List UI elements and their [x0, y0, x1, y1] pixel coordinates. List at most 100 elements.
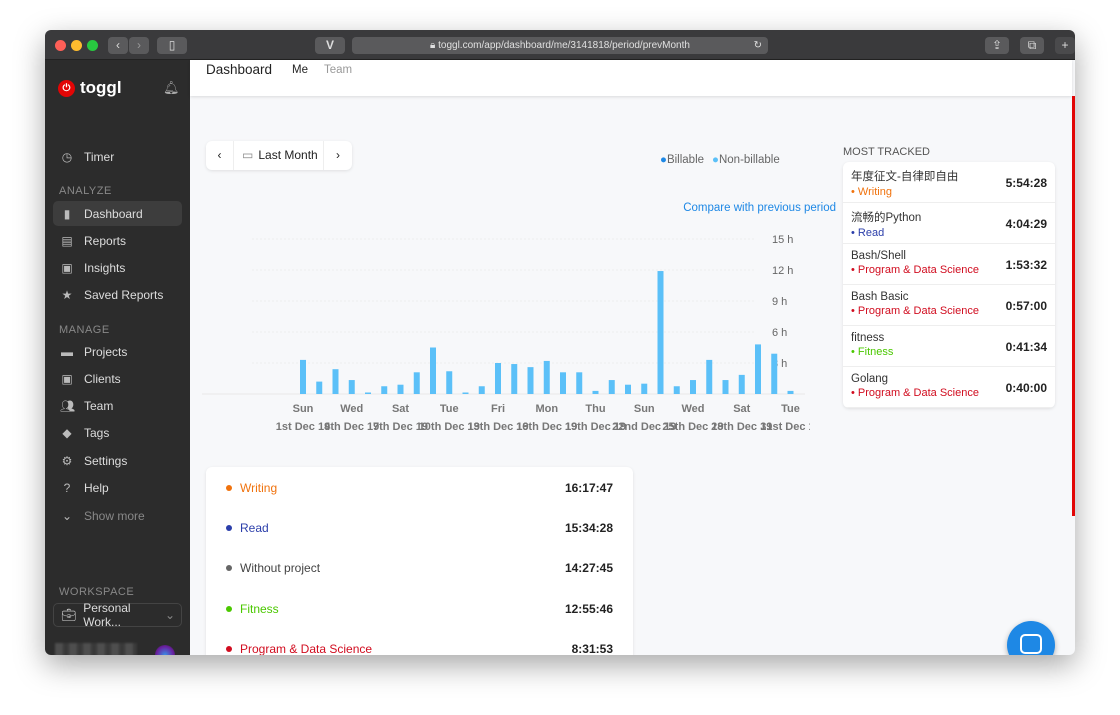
avatar[interactable] — [155, 645, 175, 655]
project-color-dot-icon — [226, 645, 232, 652]
project-row[interactable]: Fitness 12:55:46 — [226, 599, 613, 619]
show-more-button[interactable]: ⌄ Show more — [53, 503, 182, 528]
bar-day-26 — [706, 359, 713, 394]
most-tracked-item[interactable]: Golang • Program & Data Science 0:40:00 — [843, 367, 1055, 408]
scrollbar[interactable] — [1072, 96, 1075, 516]
chat-button[interactable] — [1007, 621, 1055, 655]
bar-day-4 — [348, 380, 355, 394]
sidebar-item-tags[interactable]: ◆ Tags — [53, 421, 182, 446]
briefcase-icon: 💼︎ — [61, 608, 77, 622]
forward-icon[interactable]: › — [129, 37, 149, 54]
most-tracked-item[interactable]: Bash/Shell • Program & Data Science 1:53:3… — [843, 244, 1055, 285]
project-color-dot-icon — [226, 525, 232, 532]
sidebar-item-projects[interactable]: ▬ Projects — [53, 339, 182, 364]
x-tick-day: Tue — [440, 403, 459, 415]
reload-icon[interactable]: ↻ — [754, 37, 762, 54]
bar-day-22 — [641, 383, 648, 394]
y-tick-label: 9 h — [772, 296, 787, 308]
sidebar-item-team[interactable]: 👥︎ Team — [53, 394, 182, 419]
clock-icon: ◷ — [61, 149, 73, 164]
new-tab-icon[interactable]: + — [1055, 37, 1075, 54]
minimize-window-button[interactable] — [71, 40, 82, 51]
project-row[interactable]: Without project 14:27:45 — [226, 558, 613, 578]
nav-label: Reports — [84, 233, 127, 248]
sidebar-item-settings[interactable]: ⚙ Settings — [53, 448, 182, 473]
workspace-select[interactable]: 💼︎ Personal Work... ⌄ — [53, 601, 182, 629]
team-icon: 👥︎ — [60, 399, 76, 414]
project-row[interactable]: Program & Data Science 8:31:53 — [226, 639, 613, 655]
project-time: 14:27:45 — [564, 561, 613, 576]
entry-time: 0:41:34 — [1005, 340, 1047, 354]
bar-day-15 — [527, 367, 534, 394]
nav-label: Clients — [84, 371, 121, 386]
extension-icon[interactable]: V — [315, 37, 345, 54]
sidebar-item-insights[interactable]: ▣ Insights — [53, 256, 182, 281]
bell-icon[interactable]: 🔔︎ — [163, 80, 180, 96]
sidebar-item-dashboard[interactable]: ▮ Dashboard — [53, 201, 182, 226]
x-tick-day: Sat — [392, 403, 409, 415]
most-tracked-item[interactable]: 流畅的Python • Read 4:04:29 — [843, 203, 1055, 244]
bar-day-24 — [673, 386, 680, 394]
project-row[interactable]: Writing 16:17:47 — [226, 478, 613, 498]
sidebar-item-saved-reports[interactable]: ★ Saved Reports — [53, 283, 182, 308]
bar-day-29 — [755, 344, 761, 394]
sidebar-toggle-icon[interactable]: ▯ — [157, 37, 187, 54]
bar-day-18 — [576, 372, 583, 394]
sidebar-item-help[interactable]: ? Help — [53, 476, 182, 501]
project-time: 12:55:46 — [564, 601, 613, 616]
most-tracked-item[interactable]: 年度征文-自律即自由 • Writing 5:54:28 — [843, 162, 1055, 203]
y-tick-label: 6 h — [772, 327, 787, 339]
project-dot-icon: • — [851, 346, 858, 358]
project-dot-icon: • — [851, 264, 858, 276]
most-tracked-item[interactable]: Bash Basic • Program & Data Science 0:57:0… — [843, 285, 1055, 326]
chevron-down-icon: ⌄ — [164, 608, 175, 622]
close-window-button[interactable] — [55, 40, 66, 51]
browser-toolbar: ‹ › ▯ V 🔒︎ toggl.com/app/dashboard/me/31… — [45, 30, 1075, 60]
x-tick-day: Sun — [634, 403, 655, 415]
bar-day-21 — [625, 384, 631, 394]
x-tick-day: Thu — [585, 403, 605, 415]
projects-card: Writing 16:17:47 Read 15:34:28 Without proje… — [206, 467, 633, 655]
address-bar[interactable]: 🔒︎ toggl.com/app/dashboard/me/3141818/pe… — [352, 37, 768, 54]
bar-day-30 — [771, 353, 778, 394]
x-tick-day: Wed — [340, 403, 363, 415]
nav-label: Insights — [84, 261, 126, 276]
most-tracked-heading: MOST TRACKED — [843, 146, 930, 158]
chat-icon — [1020, 634, 1042, 654]
toggl-logo[interactable]: ⏻ toggl — [58, 78, 122, 98]
sidebar-item-timer[interactable]: ◷ Timer — [53, 144, 182, 169]
bar-day-19 — [592, 390, 599, 394]
bar-day-27 — [722, 380, 729, 394]
project-time: 8:31:53 — [571, 641, 613, 655]
client-icon: ▣ — [61, 371, 73, 386]
y-tick-label: 12 h — [772, 265, 793, 277]
project-name: Program & Data Science — [240, 641, 373, 655]
x-tick-date: 31st Dec 19 — [760, 421, 810, 433]
bar-day-1 — [300, 359, 306, 394]
back-icon[interactable]: ‹ — [108, 37, 128, 54]
most-tracked-item[interactable]: fitness • Fitness 0:41:34 — [843, 326, 1055, 367]
nav-label: Projects — [84, 344, 128, 359]
project-dot-icon: • — [851, 227, 858, 239]
maximize-window-button[interactable] — [87, 40, 98, 51]
gear-icon: ⚙ — [61, 453, 73, 468]
y-tick-label: 15 h — [772, 234, 793, 246]
analyze-heading: ANALYZE — [59, 185, 112, 197]
sidebar-item-reports[interactable]: ▤ Reports — [53, 228, 182, 253]
x-tick-day: Fri — [491, 403, 505, 415]
x-tick-day: Wed — [681, 403, 704, 415]
bar-day-7 — [397, 384, 404, 394]
most-tracked-card: 年度征文-自律即自由 • Writing 5:54:28 流畅的Python • Rea… — [843, 162, 1055, 408]
entry-time: 1:53:32 — [1005, 258, 1047, 272]
bar-day-23 — [657, 271, 664, 394]
folder-icon: ▬ — [61, 344, 73, 359]
sidebar-item-clients[interactable]: ▣ Clients — [53, 366, 182, 391]
entry-project: Writing — [857, 186, 892, 198]
bar-day-20 — [608, 380, 615, 394]
bar-day-11 — [462, 392, 469, 394]
tabs-icon[interactable]: ⧉ — [1020, 37, 1044, 54]
share-icon[interactable]: ⇪ — [985, 37, 1009, 54]
bar-day-16 — [543, 360, 550, 394]
bar-day-3 — [332, 369, 339, 394]
project-row[interactable]: Read 15:34:28 — [226, 518, 613, 538]
